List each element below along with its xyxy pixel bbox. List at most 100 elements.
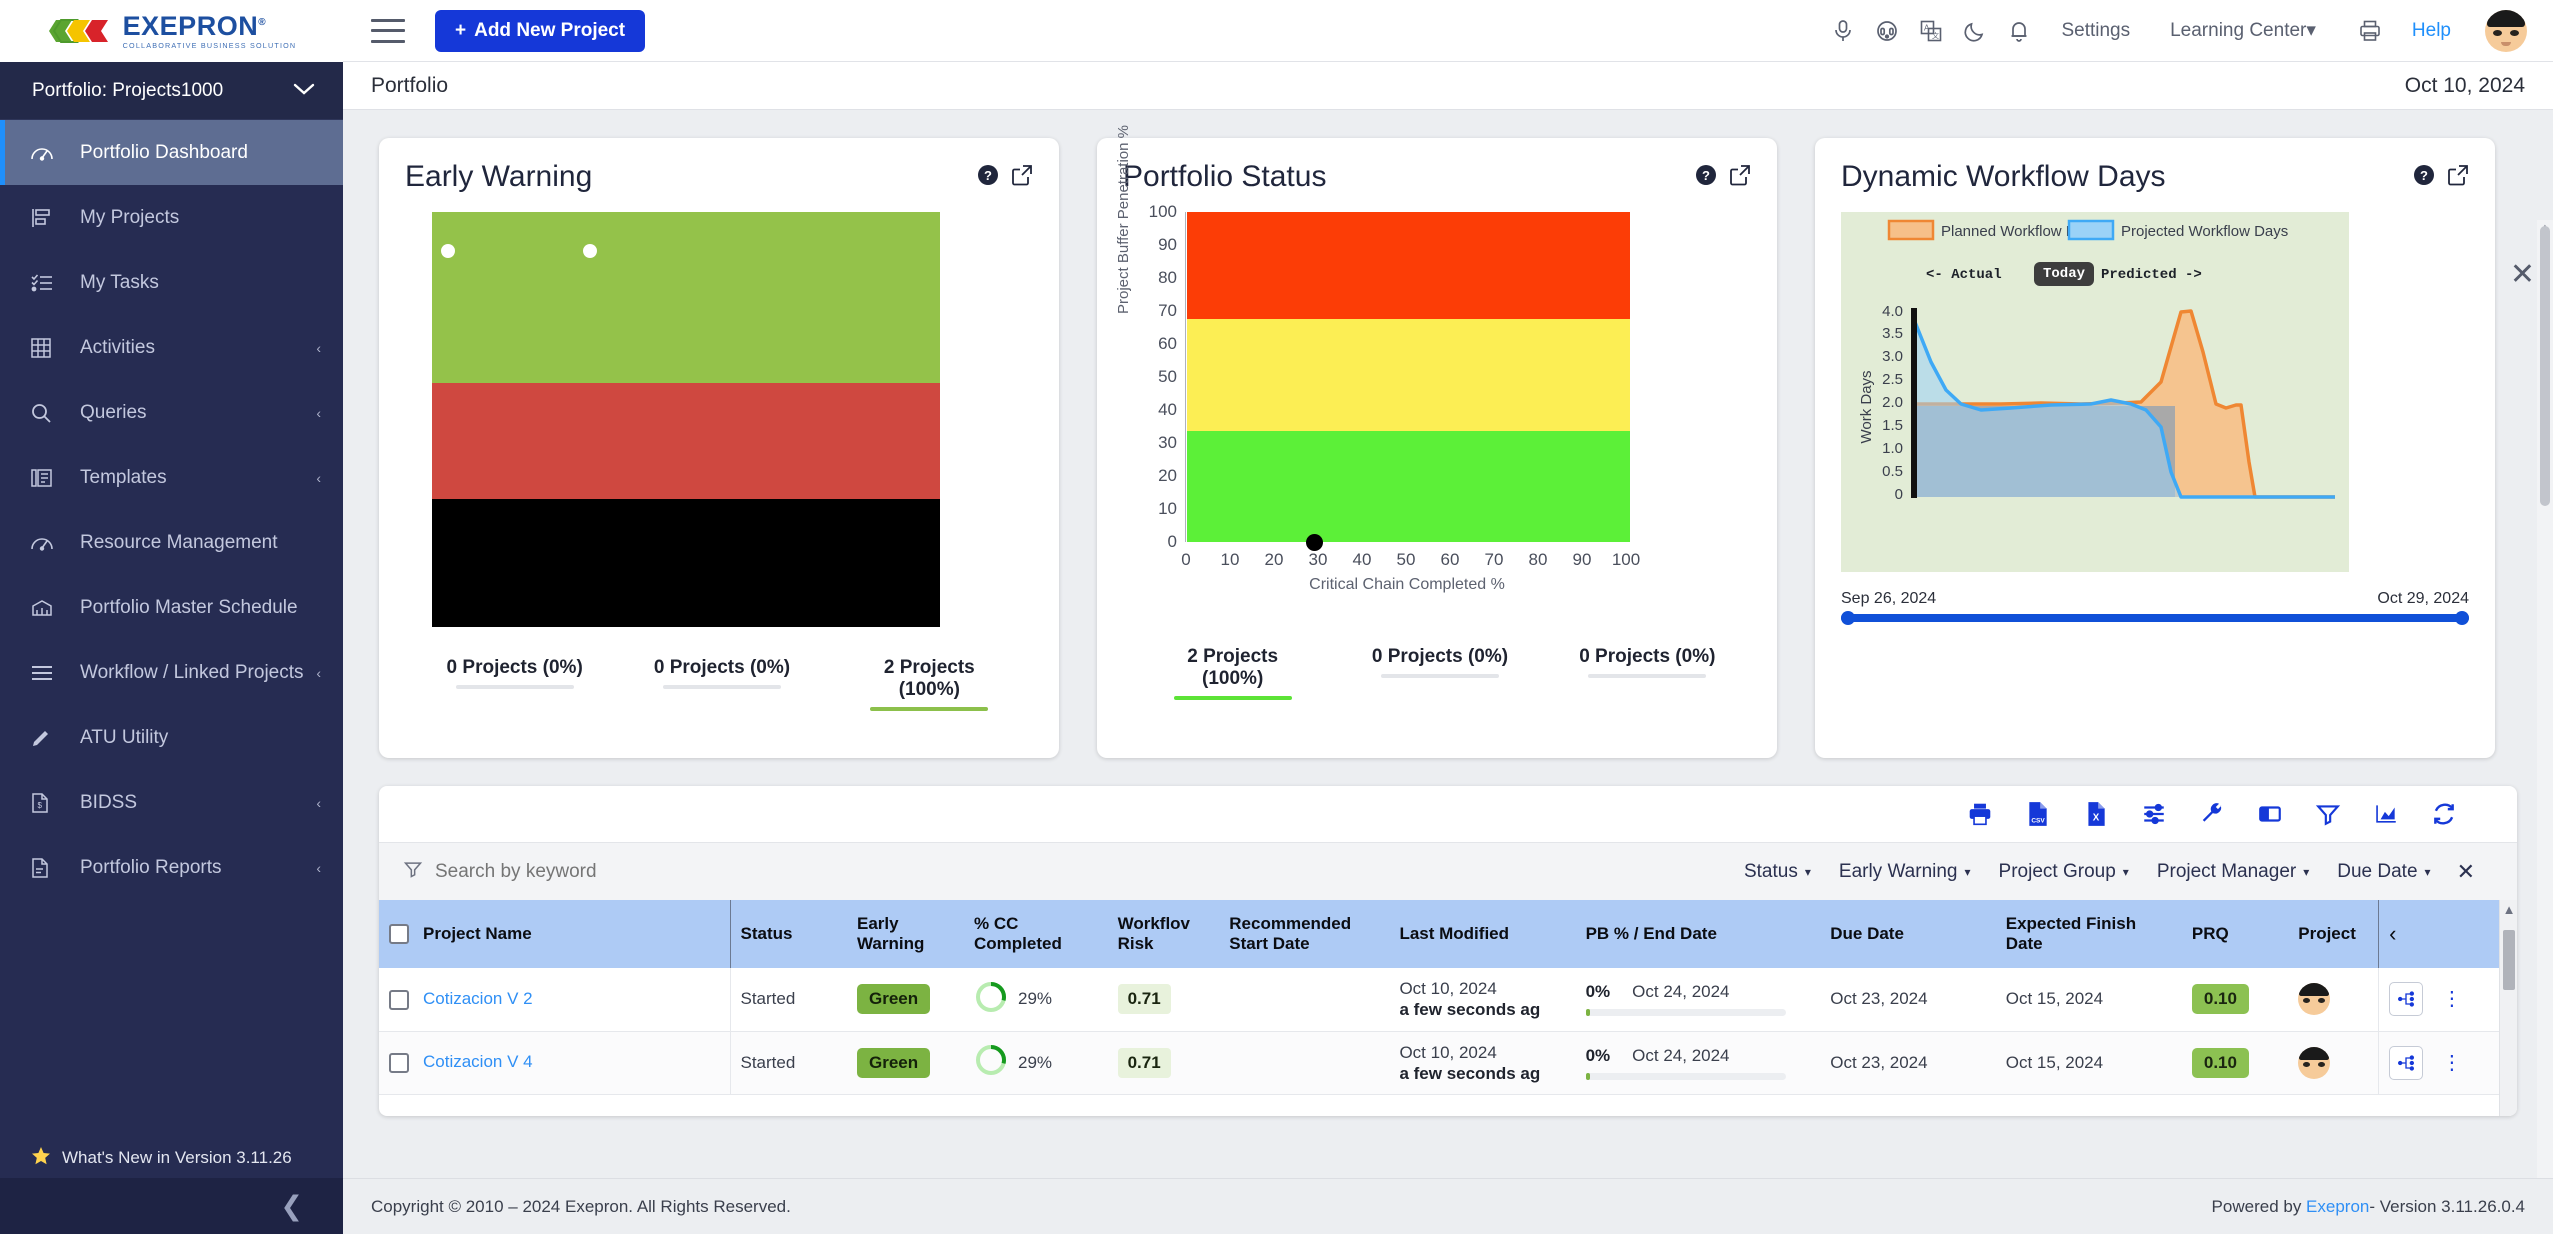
print-icon[interactable] xyxy=(2348,9,2392,53)
sidebar-item-portfolio-reports[interactable]: Portfolio Reports ‹ xyxy=(0,835,343,900)
external-link-icon[interactable] xyxy=(1729,164,1751,186)
print-icon[interactable] xyxy=(1967,801,1993,827)
cell-project-name[interactable]: Cotizacion V 4 xyxy=(379,1031,730,1095)
filter-icon[interactable] xyxy=(2315,801,2341,827)
row-checkbox[interactable] xyxy=(389,1053,409,1073)
translate-icon[interactable]: A文 xyxy=(1909,9,1953,53)
table-row[interactable]: Cotizacion V 2 Started Green 29% 0.71 Oc… xyxy=(379,968,2517,1032)
y-axis-ticks: 100 90 80 70 60 50 40 30 20 10 0 xyxy=(1137,202,1177,551)
project-name-link[interactable]: Cotizacion V 4 xyxy=(423,1052,533,1071)
column-header-pb-end-date[interactable]: PB % / End Date xyxy=(1575,900,1821,968)
exepron-link[interactable]: Exepron xyxy=(2306,1197,2369,1216)
help-link[interactable]: Help xyxy=(2392,20,2471,42)
column-header-recommended-start-date[interactable]: Recommended Start Date xyxy=(1219,900,1390,968)
help-circle-icon[interactable]: ? xyxy=(1695,164,1717,186)
date-range-slider[interactable] xyxy=(1841,611,2469,625)
legend-item[interactable]: 0 Projects (0%) xyxy=(618,657,825,711)
learning-center-link[interactable]: Learning Center▾ xyxy=(2150,19,2336,42)
dark-mode-moon-icon[interactable] xyxy=(1953,9,1997,53)
legend-item[interactable]: 0 Projects (0%) xyxy=(411,657,618,711)
scrollbar-thumb[interactable] xyxy=(2540,226,2550,506)
sidebar-item-bidss[interactable]: $ BIDSS ‹ xyxy=(0,770,343,835)
search-input[interactable] xyxy=(435,860,955,883)
column-header-cc-completed[interactable]: % CC Completed xyxy=(964,900,1108,968)
column-header-actions-collapse[interactable]: ‹ xyxy=(2378,900,2517,968)
wrench-icon[interactable] xyxy=(2199,801,2225,827)
x-axis-label: Critical Chain Completed % xyxy=(1309,576,1505,593)
whats-new-link[interactable]: What's New in Version 3.11.26 xyxy=(0,1138,343,1178)
filter-chip-due-date[interactable]: Due Date ▾ xyxy=(2323,861,2444,883)
table-vertical-scrollbar[interactable]: ▲ xyxy=(2499,900,2517,1116)
search-box[interactable] xyxy=(403,859,955,884)
workflow-tree-button[interactable] xyxy=(2389,982,2424,1017)
cell-due-date: Oct 23, 2024 xyxy=(1820,1031,1996,1095)
sidebar-item-my-tasks[interactable]: My Tasks xyxy=(0,250,343,315)
page-vertical-scrollbar[interactable]: ▲ ▼ xyxy=(2537,220,2553,1198)
refresh-icon[interactable] xyxy=(2431,801,2457,827)
column-header-early-warning[interactable]: Early Warning xyxy=(847,900,964,968)
row-checkbox[interactable] xyxy=(389,989,409,1010)
help-circle-icon[interactable]: ? xyxy=(977,164,999,186)
column-header-expected-finish-date[interactable]: Expected Finish Date xyxy=(1995,900,2182,968)
brand-logo[interactable]: EXEPRON® COLLABORATIVE BUSINESS SOLUTION xyxy=(0,0,343,62)
filter-chip-project-group[interactable]: Project Group ▾ xyxy=(1985,861,2143,883)
avatar[interactable] xyxy=(2485,9,2527,52)
sidebar-item-workflow-linked-projects[interactable]: Workflow / Linked Projects ‹ xyxy=(0,640,343,705)
column-header-workflow-risk[interactable]: Workflov Risk xyxy=(1107,900,1220,968)
excel-export-icon[interactable]: X xyxy=(2083,801,2109,827)
avatar[interactable] xyxy=(2298,1046,2331,1079)
project-name-link[interactable]: Cotizacion V 2 xyxy=(423,989,533,1008)
headset-support-icon[interactable] xyxy=(1865,9,1909,53)
microphone-icon[interactable] xyxy=(1821,9,1865,53)
sidebar-item-activities[interactable]: Activities ‹ xyxy=(0,315,343,380)
sidebar-item-resource-management[interactable]: Resource Management xyxy=(0,510,343,575)
sidebar-item-my-projects[interactable]: My Projects xyxy=(0,185,343,250)
column-header-due-date[interactable]: Due Date xyxy=(1820,900,1996,968)
sidebar-item-templates[interactable]: Templates ‹ xyxy=(0,445,343,510)
settings-link[interactable]: Settings xyxy=(2041,20,2150,42)
add-new-project-button[interactable]: + Add New Project xyxy=(435,9,646,52)
sidebar-item-atu-utility[interactable]: ATU Utility xyxy=(0,705,343,770)
columns-layout-icon[interactable] xyxy=(2257,801,2283,827)
help-circle-icon[interactable]: ? xyxy=(2413,164,2435,186)
sidebar-item-queries[interactable]: Queries ‹ xyxy=(0,380,343,445)
sidebar-item-portfolio-dashboard[interactable]: Portfolio Dashboard xyxy=(0,120,343,185)
notification-bell-icon[interactable] xyxy=(1997,9,2041,53)
filter-chip-early-warning[interactable]: Early Warning ▾ xyxy=(1825,861,1985,883)
avatar[interactable] xyxy=(2298,983,2331,1016)
scroll-up-arrow-icon[interactable]: ▲ xyxy=(2500,902,2517,917)
table-row[interactable]: Cotizacion V 4 Started Green 29% 0.71 Oc… xyxy=(379,1031,2517,1095)
hamburger-icon[interactable] xyxy=(371,18,405,43)
scrollbar-thumb[interactable] xyxy=(2503,930,2515,990)
column-header-project-name[interactable]: Project Name xyxy=(379,900,730,968)
column-header-project-manager[interactable]: Project xyxy=(2288,900,2379,968)
close-icon[interactable]: ✕ xyxy=(2510,260,2535,290)
select-all-checkbox[interactable] xyxy=(389,924,409,945)
csv-export-icon[interactable]: CSV xyxy=(2025,801,2051,827)
sidebar-collapse-button[interactable]: ❮ xyxy=(0,1178,343,1234)
row-more-menu-icon[interactable]: ⋮ xyxy=(2442,989,2463,1009)
legend-item[interactable]: 2 Projects (100%) xyxy=(826,657,1033,711)
page-header: Portfolio Oct 10, 2024 xyxy=(343,62,2553,110)
clear-filters-icon[interactable]: ✕ xyxy=(2445,859,2493,885)
settings-sliders-icon[interactable] xyxy=(2141,801,2167,827)
sidebar-item-portfolio-master-schedule[interactable]: Portfolio Master Schedule xyxy=(0,575,343,640)
column-header-status[interactable]: Status xyxy=(729,900,847,968)
external-link-icon[interactable] xyxy=(1011,164,1033,186)
legend-item[interactable]: 0 Projects (0%) xyxy=(1544,646,1751,700)
external-link-icon[interactable] xyxy=(2447,164,2469,186)
slider-knob-start[interactable] xyxy=(1841,611,1855,625)
chart-icon[interactable] xyxy=(2373,801,2399,827)
slider-knob-end[interactable] xyxy=(2455,611,2469,625)
filter-chip-status[interactable]: Status ▾ xyxy=(1730,861,1825,883)
filter-chip-project-manager[interactable]: Project Manager ▾ xyxy=(2143,861,2323,883)
column-header-last-modified[interactable]: Last Modified xyxy=(1389,900,1576,968)
portfolio-selector[interactable]: Portfolio: Projects1000 xyxy=(0,62,343,120)
legend-item[interactable]: 0 Projects (0%) xyxy=(1336,646,1543,700)
row-more-menu-icon[interactable]: ⋮ xyxy=(2442,1053,2463,1073)
cell-project-name[interactable]: Cotizacion V 2 xyxy=(379,968,730,1032)
cc-donut-icon xyxy=(974,1043,1008,1082)
legend-item[interactable]: 2 Projects (100%) xyxy=(1129,646,1336,700)
column-header-prq[interactable]: PRQ xyxy=(2181,900,2289,968)
workflow-tree-button[interactable] xyxy=(2389,1045,2424,1080)
